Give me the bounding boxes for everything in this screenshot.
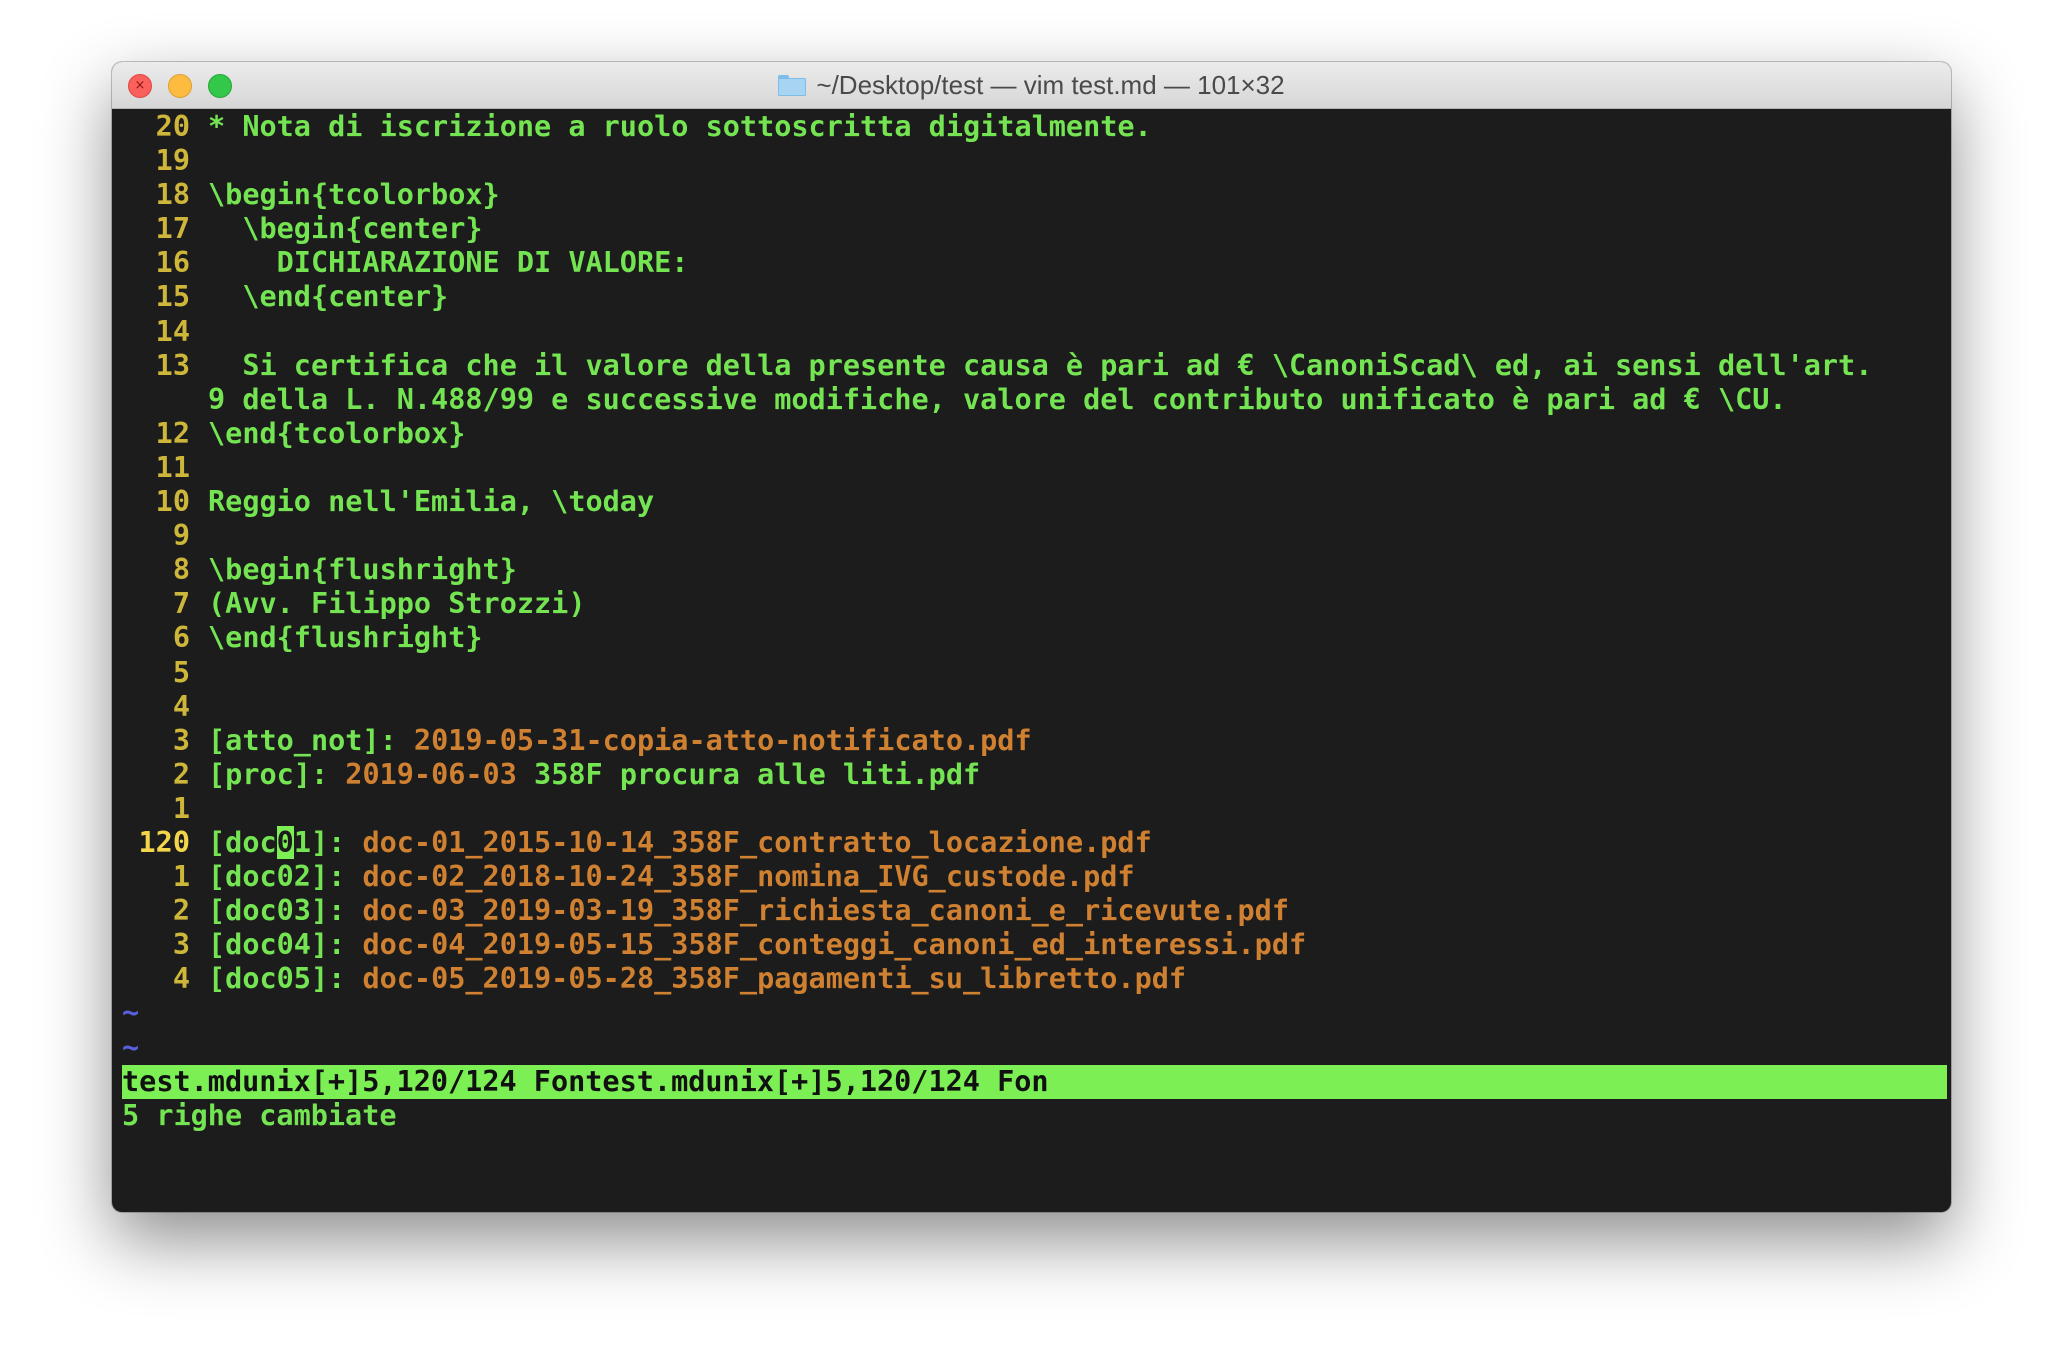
vim-editor[interactable]: 20 * Nota di iscrizione a ruolo sottoscri…	[122, 110, 1947, 1133]
line-number: 10	[155, 485, 190, 519]
line-number: 5	[172, 655, 190, 689]
terminal-window: × ~/Desktop/test — vim test.md — 101×32 …	[112, 62, 1951, 1212]
line-number: 2	[172, 894, 190, 928]
window-title-area: ~/Desktop/test — vim test.md — 101×32	[112, 62, 1951, 109]
line-number: 17	[155, 212, 190, 246]
line-number: 13	[155, 348, 190, 382]
tilde-filler-line: ~	[122, 1030, 140, 1064]
line-number: 20	[155, 110, 190, 143]
editor-line[interactable]: 20 * Nota di iscrizione a ruolo sottoscri…	[122, 110, 1947, 144]
line-number: 12	[155, 416, 190, 450]
line-text: \begin{tcolorbox}	[208, 178, 500, 212]
link-target-text: doc-03_2019-03-19_358F_richiesta_canoni_…	[362, 894, 1289, 928]
editor-line[interactable]: 12 \end{tcolorbox}	[122, 417, 1947, 451]
line-text: Si certifica che il valore della present…	[208, 348, 1873, 382]
editor-line[interactable]: 18 \begin{tcolorbox}	[122, 178, 1947, 212]
editor-line[interactable]: 17 \begin{center}	[122, 212, 1947, 246]
editor-line[interactable]: 4 [doc05]: doc-05_2019-05-28_358F_pagamen…	[122, 962, 1947, 996]
line-text: \begin{flushright}	[208, 553, 517, 587]
editor-line[interactable]: 14	[122, 315, 1947, 349]
title-bar[interactable]: × ~/Desktop/test — vim test.md — 101×32	[112, 62, 1951, 109]
end-of-buffer-filler: ~ ~	[122, 996, 1947, 1064]
line-text: \end{center}	[208, 280, 449, 314]
window-title: ~/Desktop/test — vim test.md — 101×32	[816, 70, 1285, 100]
folder-icon	[778, 75, 807, 96]
editor-line[interactable]: 2 [doc03]: doc-03_2019-03-19_358F_richies…	[122, 894, 1947, 928]
line-text: [atto_not]:	[208, 723, 414, 757]
editor-line[interactable]: 8 \begin{flushright}	[122, 553, 1947, 587]
line-number: 19	[155, 144, 190, 178]
line-text: (Avv. Filippo Strozzi)	[208, 587, 586, 621]
link-target-text: doc-02_2018-10-24_358F_nomina_IVG_custod…	[362, 860, 1135, 894]
editor-line[interactable]: 3 [doc04]: doc-04_2019-05-15_358F_contegg…	[122, 928, 1947, 962]
editor-line[interactable]: 1 [doc02]: doc-02_2018-10-24_358F_nomina_…	[122, 860, 1947, 894]
line-number: 11	[155, 450, 190, 484]
line-text: \end{flushright}	[208, 621, 483, 655]
link-target-text: 2019-05-31-copia-atto-notificato.pdf	[413, 723, 1032, 757]
editor-line[interactable]: 9	[122, 519, 1947, 553]
line-text: \begin{center}	[208, 212, 483, 246]
editor-line[interactable]: 13 Si certifica che il valore della pres…	[122, 349, 1947, 383]
link-target-text: doc-04_2019-05-15_358F_conteggi_canoni_e…	[362, 928, 1307, 962]
line-number: 8	[172, 553, 190, 587]
editor-line[interactable]: 19	[122, 144, 1947, 178]
line-text: [doc03]:	[208, 894, 363, 928]
editor-line[interactable]: 15 \end{center}	[122, 280, 1947, 314]
editor-line[interactable]: 7 (Avv. Filippo Strozzi)	[122, 587, 1947, 621]
link-target-text: 2019-06-03	[345, 757, 535, 791]
editor-line[interactable]: 11	[122, 451, 1947, 485]
line-number: 120	[138, 825, 190, 859]
line-number: 6	[172, 621, 190, 655]
line-number: 16	[155, 246, 190, 280]
line-number: 15	[155, 280, 190, 314]
line-number: 9	[172, 519, 190, 553]
line-number: 14	[155, 314, 190, 348]
line-number: 2	[172, 757, 190, 791]
line-text: 9 della L. N.488/99 e successive modific…	[208, 382, 1787, 416]
line-number: 7	[172, 587, 190, 621]
line-text: 1]:	[293, 825, 363, 859]
editor-line[interactable]: 2 [proc]: 2019-06-03 358F procura alle li…	[122, 758, 1947, 792]
line-text: DICHIARAZIONE DI VALORE:	[208, 246, 689, 280]
editor-line[interactable]: 1	[122, 792, 1947, 826]
link-target-text: doc-01_2015-10-14_358F_contratto_locazio…	[362, 825, 1152, 859]
line-number: 18	[155, 178, 190, 212]
line-text: 358F procura alle liti.pdf	[534, 757, 981, 791]
line-number: 4	[172, 962, 190, 996]
editor-line[interactable]: 3 [atto_not]: 2019-05-31-copia-atto-notif…	[122, 724, 1947, 758]
line-text: * Nota di iscrizione a ruolo sottoscritt…	[208, 110, 1152, 143]
line-number: 4	[172, 689, 190, 723]
line-text: [doc	[208, 825, 277, 859]
line-text: [doc02]:	[208, 860, 363, 894]
buffer-text[interactable]: 20 * Nota di iscrizione a ruolo sottoscri…	[122, 110, 1947, 996]
editor-line[interactable]: 16 DICHIARAZIONE DI VALORE:	[122, 246, 1947, 280]
line-number: 1	[172, 860, 190, 894]
line-text: [doc05]:	[208, 962, 363, 996]
text-cursor: 0	[276, 825, 294, 859]
line-text: Reggio nell'Emilia, \today	[208, 485, 655, 519]
status-line: test.mdunix[+]5,120/124 Fontest.mdunix[+…	[122, 1064, 1947, 1099]
editor-line[interactable]: 9 della L. N.488/99 e successive modific…	[122, 383, 1947, 417]
line-number: 3	[172, 928, 190, 962]
editor-line[interactable]: 6 \end{flushright}	[122, 621, 1947, 655]
line-number: 1	[172, 791, 190, 825]
command-message: 5 righe cambiate	[122, 1098, 397, 1132]
editor-line[interactable]: 5	[122, 656, 1947, 690]
editor-line-current[interactable]: 120 [doc01]: doc-01_2015-10-14_358F_contr…	[122, 825, 1947, 860]
editor-line[interactable]: 4	[122, 690, 1947, 724]
line-text: \end{tcolorbox}	[208, 416, 466, 450]
tilde-filler-line: ~	[122, 996, 140, 1030]
line-text: [doc04]:	[208, 928, 363, 962]
line-number: 3	[172, 723, 190, 757]
link-target-text: doc-05_2019-05-28_358F_pagamenti_su_libr…	[362, 962, 1187, 996]
line-text: [proc]:	[208, 757, 346, 791]
editor-line[interactable]: 10 Reggio nell'Emilia, \today	[122, 485, 1947, 519]
